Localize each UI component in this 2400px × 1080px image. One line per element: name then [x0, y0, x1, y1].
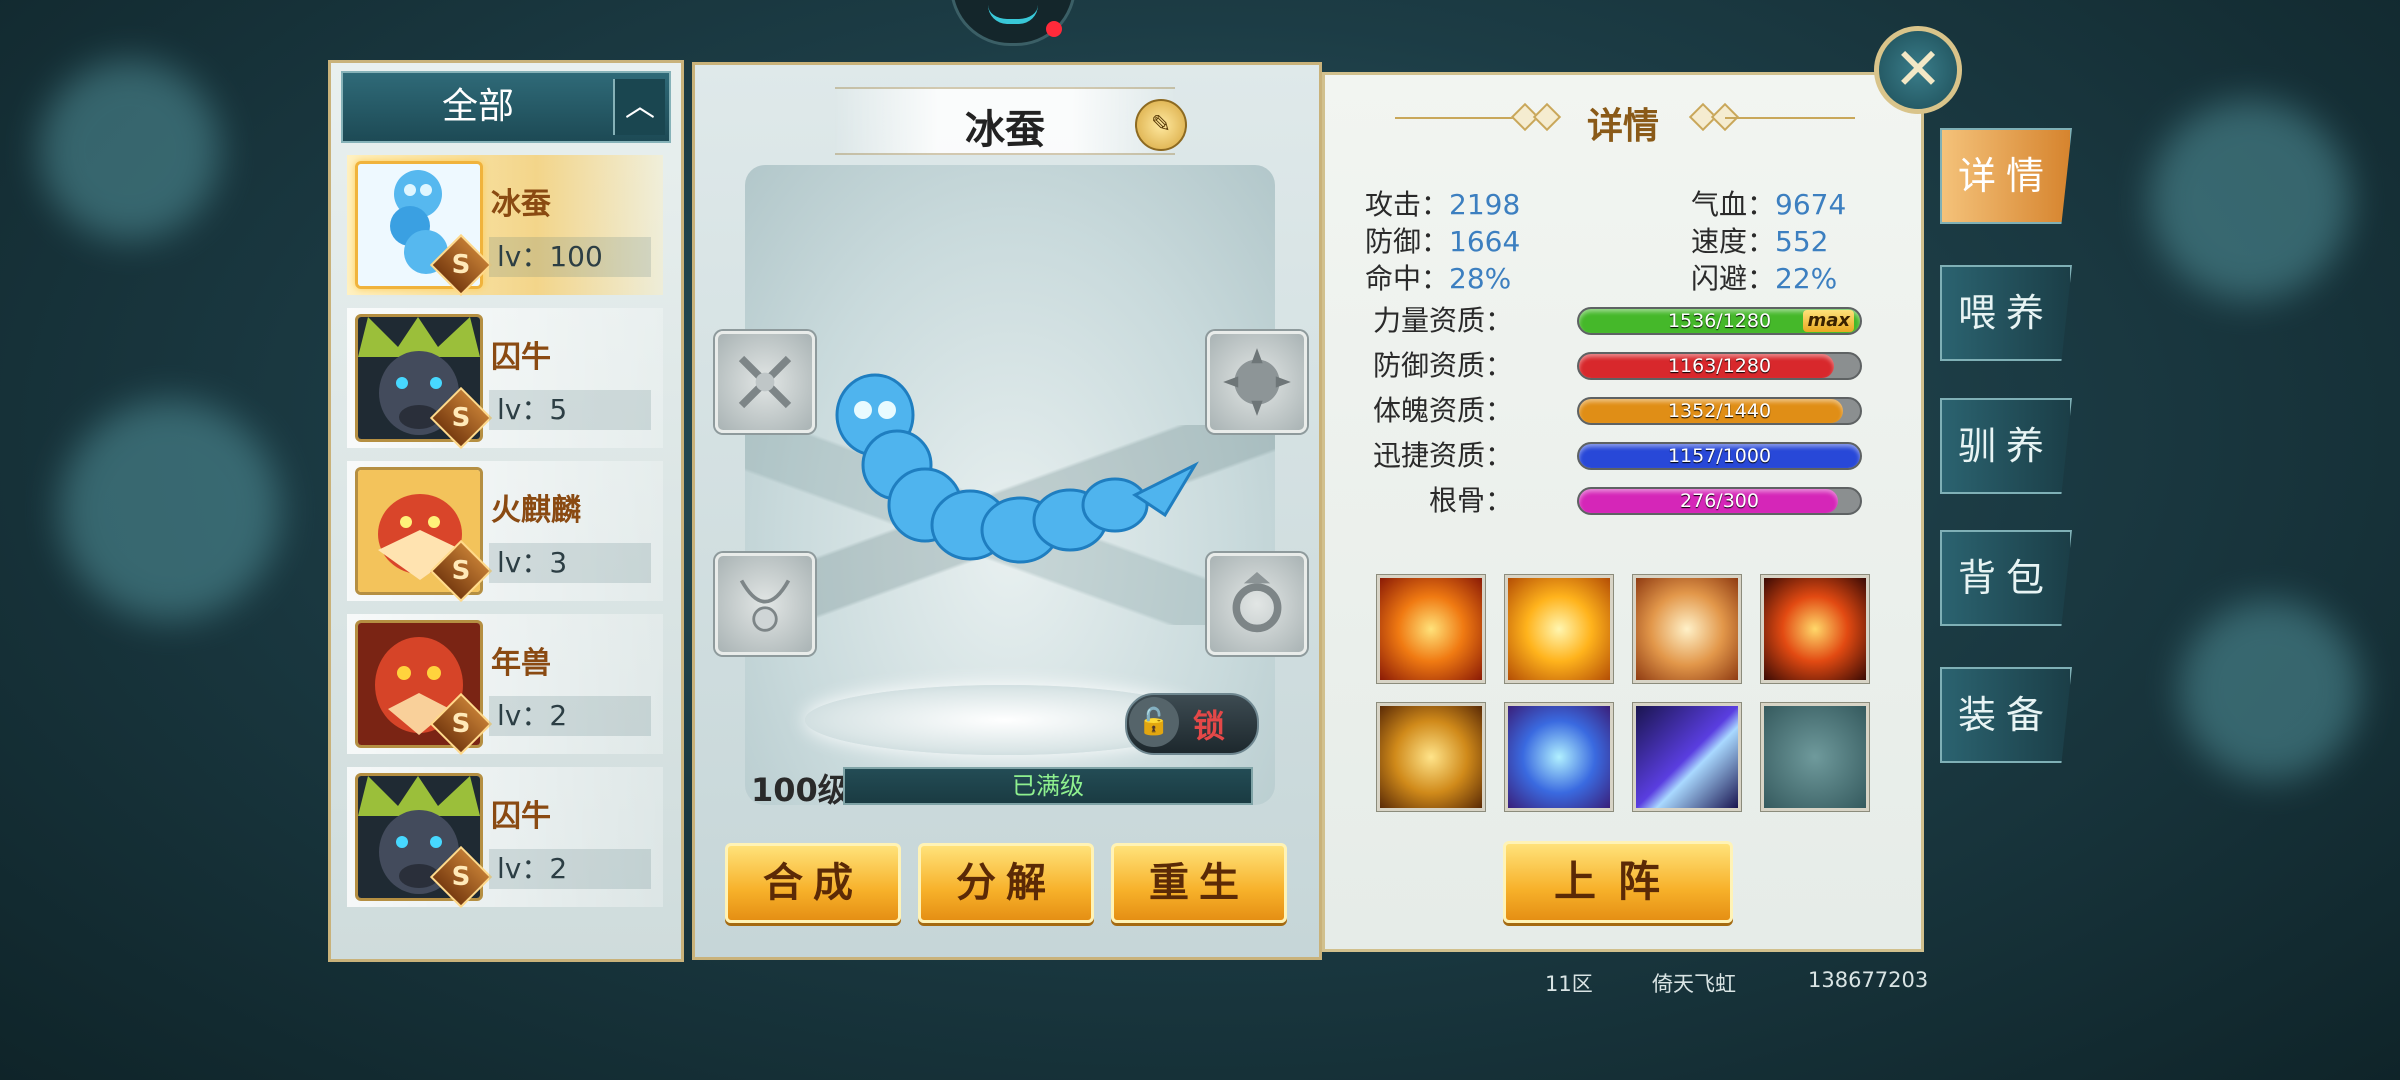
experience-status: 已满级 — [1012, 772, 1084, 800]
tab-equipment[interactable]: 装备 — [1940, 667, 2072, 763]
tab-details[interactable]: 详情 — [1940, 128, 2072, 224]
aptitude-value: 1163/1280 — [1667, 355, 1772, 377]
equip-slot-weapon[interactable] — [715, 331, 815, 433]
pet-level: lv：2 — [489, 849, 651, 889]
golden-blast-skill-icon[interactable] — [1505, 575, 1613, 683]
notification-dot-icon — [1046, 21, 1062, 37]
equip-slot-necklace[interactable] — [715, 553, 815, 655]
aptitude-label: 迅捷资质： — [1372, 439, 1513, 472]
pet-name: 囚牛 — [491, 799, 551, 834]
aptitude-bar: 1352/1440 — [1577, 397, 1862, 425]
chevron-up-icon[interactable]: ︿ — [613, 79, 665, 135]
pet-level: lv：2 — [489, 696, 651, 736]
rebirth-button[interactable]: 重生 — [1111, 843, 1287, 923]
aptitude-row: 体魄资质： 1352/1440 — [1365, 393, 1885, 429]
equip-slot-armor[interactable] — [1207, 331, 1307, 433]
detail-header: 详情 — [1586, 106, 1659, 147]
empty-skill-slot-icon[interactable] — [1761, 703, 1869, 811]
speed-stat: 速度：552 — [1691, 225, 1829, 258]
defense-stat: 防御：1664 — [1365, 225, 1521, 258]
pet-filter-dropdown[interactable]: 全部 ︿ — [341, 71, 671, 143]
aptitude-bar: 1163/1280 — [1577, 352, 1862, 380]
synthesize-button[interactable]: 合成 — [725, 843, 901, 923]
player-id: 138677203 — [1808, 968, 1929, 992]
aptitude-row: 防御资质： 1163/1280 — [1365, 348, 1885, 384]
aptitude-bar: 1157/1000 — [1577, 442, 1862, 470]
aptitude-bar: 276/300 — [1577, 487, 1862, 515]
aptitude-label: 力量资质： — [1372, 304, 1513, 337]
pet-level: lv：100 — [489, 237, 651, 277]
pet-title: 冰蚕 — [965, 107, 1045, 153]
pet-name: 冰蚕 — [491, 187, 551, 222]
aptitude-row: 根骨： 276/300 — [1365, 483, 1885, 519]
deploy-button[interactable]: 上阵 — [1503, 841, 1733, 923]
aptitude-row: 力量资质： 1536/1280 max — [1365, 303, 1885, 339]
pet-detail-panel: 详情 攻击：2198 气血：9674 防御：1664 速度：552 命中：28%… — [1322, 72, 1924, 952]
pet-name: 囚牛 — [491, 340, 551, 375]
pet-list-item[interactable]: S 火麒麟 lv：3 — [347, 461, 663, 603]
phoenix-skill-icon[interactable] — [1761, 575, 1869, 683]
server-label: 11区 — [1545, 972, 1593, 996]
player-name: 倚天飞虹 — [1652, 972, 1736, 996]
close-icon[interactable]: ✕ — [1874, 26, 1962, 114]
pet-list-item[interactable]: S 囚牛 lv：2 — [347, 767, 663, 909]
ice-silkworm-model — [835, 373, 1199, 564]
hp-stat: 气血：9674 — [1691, 188, 1847, 221]
necklace-icon — [739, 579, 791, 632]
edit-name-icon[interactable]: ✎ — [1135, 99, 1187, 151]
lock-toggle[interactable]: 🔓 锁 — [1125, 693, 1259, 755]
aptitude-label: 体魄资质： — [1372, 394, 1513, 427]
pet-display-panel: 冰蚕 ✎ 🔓 锁 100级 已满级 合成 分解 重生 — [692, 62, 1322, 960]
pet-list[interactable]: S 冰蚕 lv：100 S 囚牛 lv：5 S 火麒麟 lv：3 S 年兽 lv… — [347, 155, 663, 945]
shield-skill-icon[interactable] — [1505, 703, 1613, 811]
equip-slot-ring[interactable] — [1207, 553, 1307, 655]
lock-label: 锁 — [1193, 707, 1226, 745]
pet-title-bar: 冰蚕 — [835, 87, 1175, 155]
hud-arc-icon — [988, 5, 1038, 24]
pet-list-item[interactable]: S 囚牛 lv：5 — [347, 308, 663, 450]
aptitude-value: 276/300 — [1680, 490, 1759, 512]
attack-stat: 攻击：2198 — [1365, 188, 1521, 221]
header-ornament-right — [1725, 117, 1855, 119]
lion-roar-skill-icon[interactable] — [1377, 703, 1485, 811]
aptitude-label: 防御资质： — [1372, 349, 1513, 382]
decompose-button[interactable]: 分解 — [918, 843, 1094, 923]
top-hud-indicator — [950, 0, 1076, 46]
pet-list-item[interactable]: S 年兽 lv：2 — [347, 614, 663, 756]
spiked-orb-icon — [1223, 348, 1291, 416]
aptitude-value: 1157/1000 — [1667, 445, 1772, 467]
experience-bar: 已满级 — [843, 767, 1253, 805]
tab-feed[interactable]: 喂养 — [1940, 265, 2072, 361]
hit-stat: 命中：28% — [1365, 262, 1512, 295]
aptitude-label: 根骨： — [1428, 484, 1513, 517]
pet-list-item[interactable]: S 冰蚕 lv：100 — [347, 155, 663, 297]
pet-name: 火麒麟 — [491, 493, 581, 528]
pet-name: 年兽 — [491, 646, 551, 681]
aptitude-bar: 1536/1280 max — [1577, 307, 1862, 335]
crossed-blades-icon — [738, 355, 792, 409]
aptitude-value: 1352/1440 — [1667, 400, 1772, 422]
lock-icon: 🔓 — [1129, 697, 1179, 747]
claw-slash-skill-icon[interactable] — [1633, 703, 1741, 811]
pet-level: lv：3 — [489, 543, 651, 583]
tab-bag[interactable]: 背包 — [1940, 530, 2072, 626]
pet-level-label: 100级 — [751, 771, 850, 809]
pet-level: lv：5 — [489, 390, 651, 430]
dodge-stat: 闪避：22% — [1691, 262, 1838, 295]
tab-train[interactable]: 驯养 — [1940, 398, 2072, 494]
fire-beast-skill-icon[interactable] — [1633, 575, 1741, 683]
aptitude-row: 迅捷资质： 1157/1000 — [1365, 438, 1885, 474]
flame-burst-skill-icon[interactable] — [1377, 575, 1485, 683]
ring-icon — [1232, 572, 1282, 633]
pet-list-panel: 全部 ︿ S 冰蚕 lv：100 S 囚牛 lv：5 S 火麒麟 lv：3 S … — [328, 60, 684, 962]
max-tag: max — [1803, 310, 1854, 332]
filter-label: 全部 — [441, 86, 514, 127]
